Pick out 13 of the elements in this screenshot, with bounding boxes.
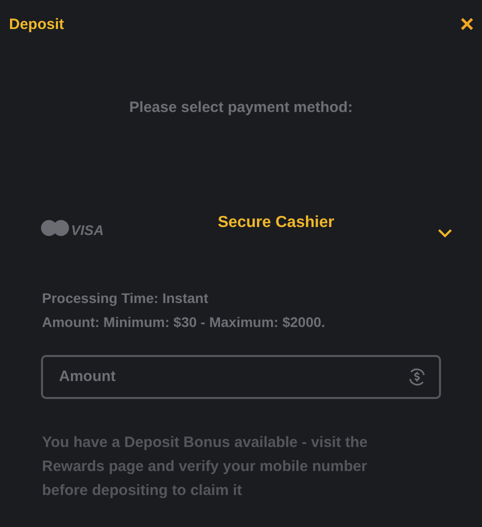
info-text: Amount: Minimum: $30 - Maximum: $2000. bbox=[42, 312, 326, 332]
window-title: Deposit bbox=[9, 14, 64, 35]
bonus-notice: You have a Deposit Bonus available - visit the Rewards page and verify your mobile number before depositing to claim it bbox=[42, 432, 369, 500]
amount-field[interactable]: Amount bbox=[41, 354, 441, 398]
info-text: Processing Time: Instant bbox=[42, 288, 210, 308]
chevron-down-icon bbox=[438, 229, 452, 238]
close-button[interactable]: × bbox=[460, 13, 474, 37]
card-logo-text: VISA bbox=[71, 222, 104, 236]
card-circles-icon bbox=[40, 218, 70, 236]
payment-method-dropdown[interactable]: VISA Secure Cashier bbox=[40, 208, 452, 248]
prompt-text: Please select payment method: bbox=[128, 98, 354, 118]
method-label: Secure Cashier bbox=[218, 212, 334, 232]
currency-exchange-icon bbox=[407, 366, 427, 386]
